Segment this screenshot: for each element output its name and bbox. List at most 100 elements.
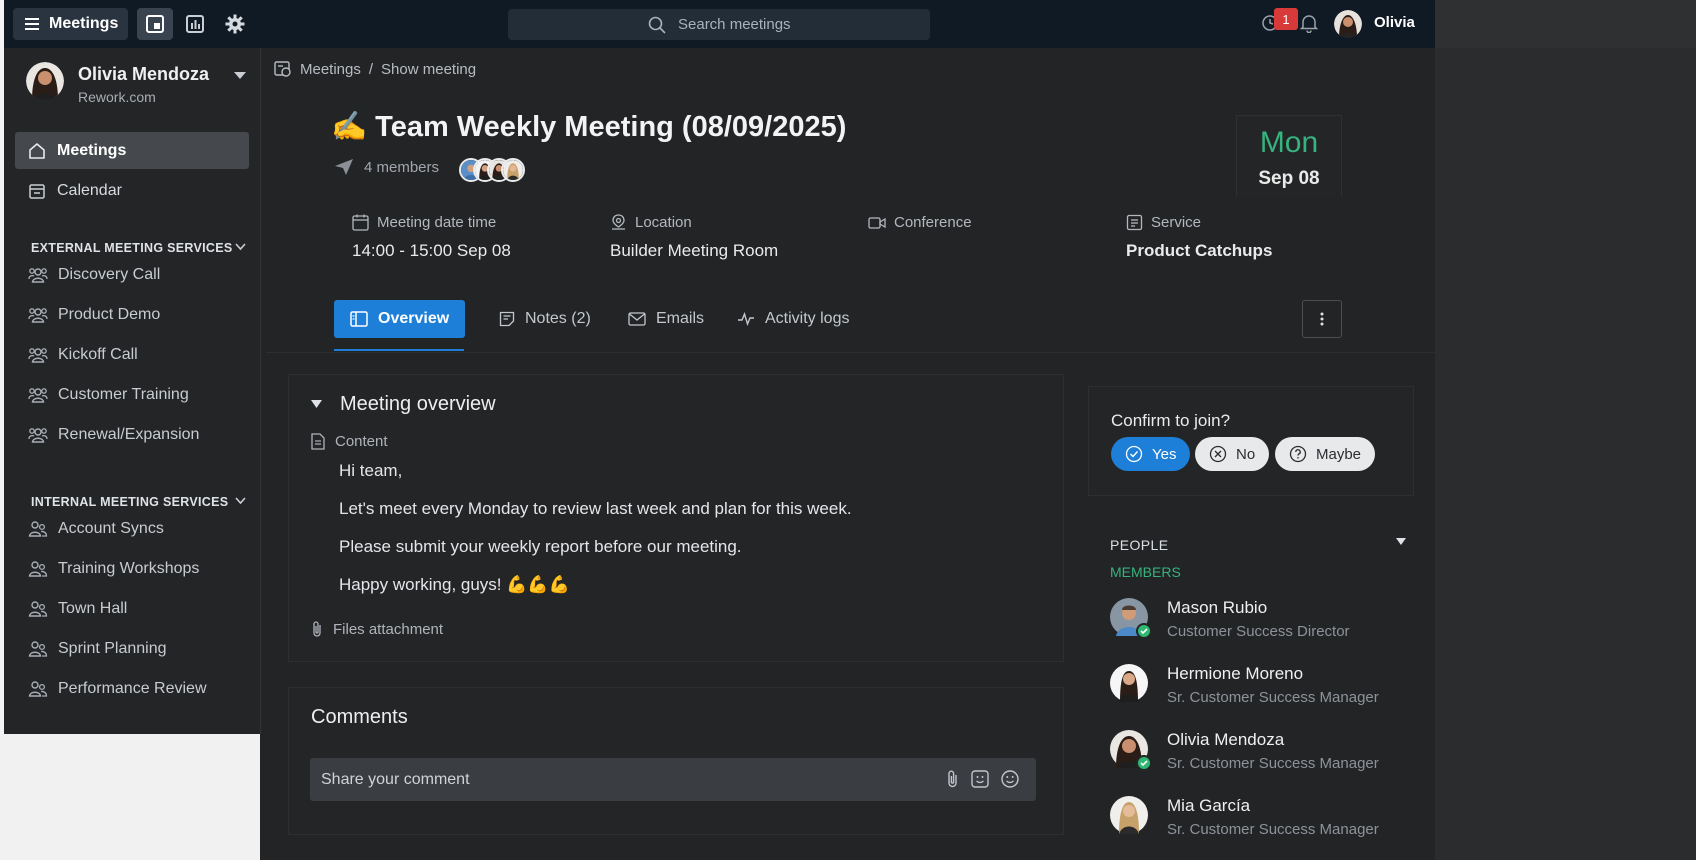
outer-background: [0, 734, 260, 860]
gear-icon: [225, 14, 245, 34]
comment-input[interactable]: Share your comment: [310, 758, 1036, 801]
tabs-divider: [266, 352, 1435, 353]
chart-icon: [186, 15, 204, 33]
service-item-town-hall[interactable]: Town Hall: [28, 600, 127, 618]
service-label: Performance Review: [58, 680, 207, 697]
service-item-kickoff-call[interactable]: Kickoff Call: [28, 346, 138, 364]
document-icon: [311, 433, 325, 450]
sticker-icon[interactable]: [970, 769, 990, 789]
avatar: [1110, 796, 1148, 834]
group-icon: [28, 388, 48, 403]
overview-toggle[interactable]: Meeting overview: [311, 393, 496, 416]
content-line: Please submit your weekly report before …: [339, 537, 742, 556]
meeting-title: ✍️ Team Weekly Meeting (08/09/2025): [331, 110, 846, 144]
user-avatar[interactable]: [1334, 10, 1362, 38]
person-role: Sr. Customer Success Manager: [1167, 689, 1379, 706]
service-item-account-syncs[interactable]: Account Syncs: [28, 520, 164, 538]
meetings-icon: [274, 61, 291, 77]
caret-down-icon: [311, 400, 322, 408]
people-icon: [28, 681, 48, 697]
service-label: Training Workshops: [58, 560, 200, 577]
service-label: Product Demo: [58, 306, 161, 323]
app-window: Meetings Search meetings 1 Olivia Olivia…: [4, 0, 1435, 860]
profile-card[interactable]: Olivia Mendoza Rework.com: [26, 62, 209, 105]
service-item-renewal-expansion[interactable]: Renewal/Expansion: [28, 426, 199, 444]
service-label: Customer Training: [58, 386, 189, 403]
nav-item-meetings[interactable]: Meetings: [15, 132, 249, 169]
day-of-week: Mon: [1259, 126, 1319, 159]
breadcrumb-root[interactable]: Meetings: [300, 61, 361, 78]
service-item-product-demo[interactable]: Product Demo: [28, 306, 160, 324]
breadcrumb-separator: /: [368, 60, 374, 78]
reports-button[interactable]: [177, 8, 213, 40]
rsvp-maybe-button[interactable]: Maybe: [1275, 437, 1376, 471]
comments-title: Comments: [311, 706, 408, 728]
calendar-icon: [352, 214, 369, 231]
person-row[interactable]: Mason Rubio Customer Success Director: [1110, 598, 1350, 640]
settings-button[interactable]: [217, 8, 253, 40]
emoji-icon[interactable]: [1000, 769, 1020, 789]
service-item-customer-training[interactable]: Customer Training: [28, 386, 189, 404]
rsvp-no-label: No: [1236, 445, 1256, 463]
person-row[interactable]: Mia García Sr. Customer Success Manager: [1110, 796, 1379, 838]
comments-panel: Comments Share your comment: [288, 687, 1064, 835]
tab-overview[interactable]: Overview: [334, 300, 466, 338]
chevron-down-icon[interactable]: [235, 243, 246, 251]
main-menu-button[interactable]: Meetings: [13, 8, 128, 40]
member-avatars[interactable]: [459, 158, 525, 182]
send-icon: [335, 159, 353, 175]
content-label: Content: [311, 433, 388, 450]
calendar-icon: [29, 183, 45, 199]
service-item-sprint-planning[interactable]: Sprint Planning: [28, 640, 167, 658]
search-icon: [648, 16, 666, 34]
tab-active-indicator: [334, 349, 464, 351]
avatar: [501, 158, 525, 182]
people-icon: [28, 641, 48, 657]
person-row[interactable]: Hermione Moreno Sr. Customer Success Man…: [1110, 664, 1379, 706]
comment-placeholder: Share your comment: [321, 770, 470, 788]
confirmed-check-icon: [1136, 623, 1152, 639]
person-name: Mia García: [1167, 796, 1251, 815]
person-name: Mason Rubio: [1167, 598, 1268, 617]
person-row[interactable]: Olivia Mendoza Sr. Customer Success Mana…: [1110, 730, 1379, 772]
meeting-overview-panel: Meeting overview Content Hi team, Let's …: [288, 374, 1064, 662]
nav-item-calendar[interactable]: Calendar: [15, 172, 249, 209]
files-label: Files attachment: [333, 620, 444, 638]
chevron-down-icon[interactable]: [235, 497, 246, 505]
user-name[interactable]: Olivia: [1374, 14, 1415, 31]
search-input[interactable]: Search meetings: [508, 9, 930, 40]
tab-activity-logs[interactable]: Activity logs: [737, 300, 849, 338]
files-attachment[interactable]: Files attachment: [311, 620, 443, 638]
overview-title: Meeting overview: [340, 393, 496, 415]
mail-icon: [628, 312, 646, 326]
rsvp-yes-label: Yes: [1152, 445, 1177, 463]
rsvp-yes-button[interactable]: Yes: [1111, 437, 1191, 471]
rsvp-no-button[interactable]: No: [1195, 437, 1270, 471]
paperclip-icon[interactable]: [946, 769, 960, 789]
tab-notes[interactable]: Notes (2): [499, 300, 591, 338]
breadcrumb: Meetings / Show meeting: [274, 60, 476, 78]
tab-emails[interactable]: Emails: [628, 300, 704, 338]
service-item-training-workshops[interactable]: Training Workshops: [28, 560, 199, 578]
outer-background: [1435, 0, 1696, 860]
members-summary: 4 members: [334, 158, 439, 176]
meeting-conference: Conference: [868, 214, 972, 231]
people-icon: [28, 601, 48, 617]
caret-down-icon[interactable]: [234, 72, 246, 80]
meta-label: Conference: [894, 214, 972, 231]
profile-name: Olivia Mendoza: [78, 64, 210, 84]
overview-icon: [350, 311, 368, 327]
service-label: Town Hall: [58, 600, 128, 617]
more-actions-button[interactable]: [1302, 300, 1342, 338]
service-item-discovery-call[interactable]: Discovery Call: [28, 266, 160, 284]
profile-avatar: [26, 62, 64, 100]
person-role: Customer Success Director: [1167, 623, 1350, 640]
caret-down-icon[interactable]: [1396, 538, 1406, 546]
people-icon: [28, 561, 48, 577]
profile-org: Rework.com: [78, 89, 156, 105]
bell-icon[interactable]: [1300, 13, 1318, 33]
content-line: Hi team,: [339, 461, 403, 480]
service-item-performance-review[interactable]: Performance Review: [28, 680, 207, 698]
tab-label: Emails: [656, 310, 705, 327]
calendar-view-button[interactable]: [137, 8, 173, 40]
